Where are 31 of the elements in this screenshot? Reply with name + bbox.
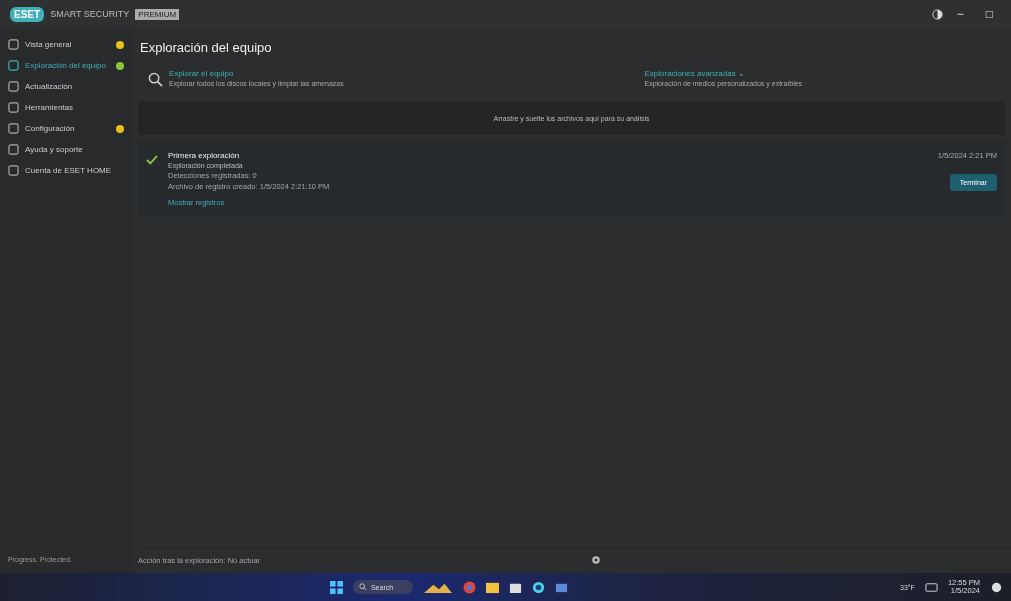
menu-item-icon: [8, 123, 19, 134]
menu-item-icon: [8, 165, 19, 176]
sidebar-item[interactable]: Herramientas: [0, 97, 132, 118]
theme-icon[interactable]: [931, 8, 943, 20]
page-title: Exploración del equipo: [140, 40, 273, 55]
menu-item-icon: [8, 60, 19, 71]
product-name: SMART SECURITY: [50, 9, 130, 19]
folder-icon[interactable]: [486, 580, 500, 594]
sidebar-item[interactable]: Ayuda y soporte: [0, 139, 132, 160]
menu-item-icon: [8, 39, 19, 50]
browser-icon[interactable]: [463, 580, 477, 594]
scan-action-link[interactable]: Exploraciones avanzadas ⌄: [644, 69, 803, 78]
notification-icon[interactable]: [990, 580, 1003, 594]
menu-item-icon: [8, 144, 19, 155]
settings-icon[interactable]: [591, 555, 601, 565]
scan-action-link[interactable]: Explorar el equipo: [169, 69, 344, 78]
sidebar-item[interactable]: Cuenta de ESET HOME: [0, 160, 132, 181]
sidebar-item[interactable]: Exploración del equipo: [0, 55, 132, 76]
window-control-button[interactable]: −: [948, 7, 972, 21]
start-icon[interactable]: [329, 580, 343, 594]
menu-item-icon: [8, 81, 19, 92]
sidebar-item[interactable]: Configuración: [0, 118, 132, 139]
menu-item-icon: [8, 102, 19, 113]
search-icon: [148, 72, 163, 87]
window-control-button[interactable]: □: [977, 7, 1001, 21]
edition-badge: PREMIUM: [135, 8, 180, 20]
sidebar-item[interactable]: Vista general: [0, 34, 132, 55]
sidebar-item[interactable]: Actualización: [0, 76, 132, 97]
search-icon: [358, 583, 367, 591]
logo: ESET: [10, 6, 45, 22]
scan-title: Primera exploración: [168, 151, 241, 160]
